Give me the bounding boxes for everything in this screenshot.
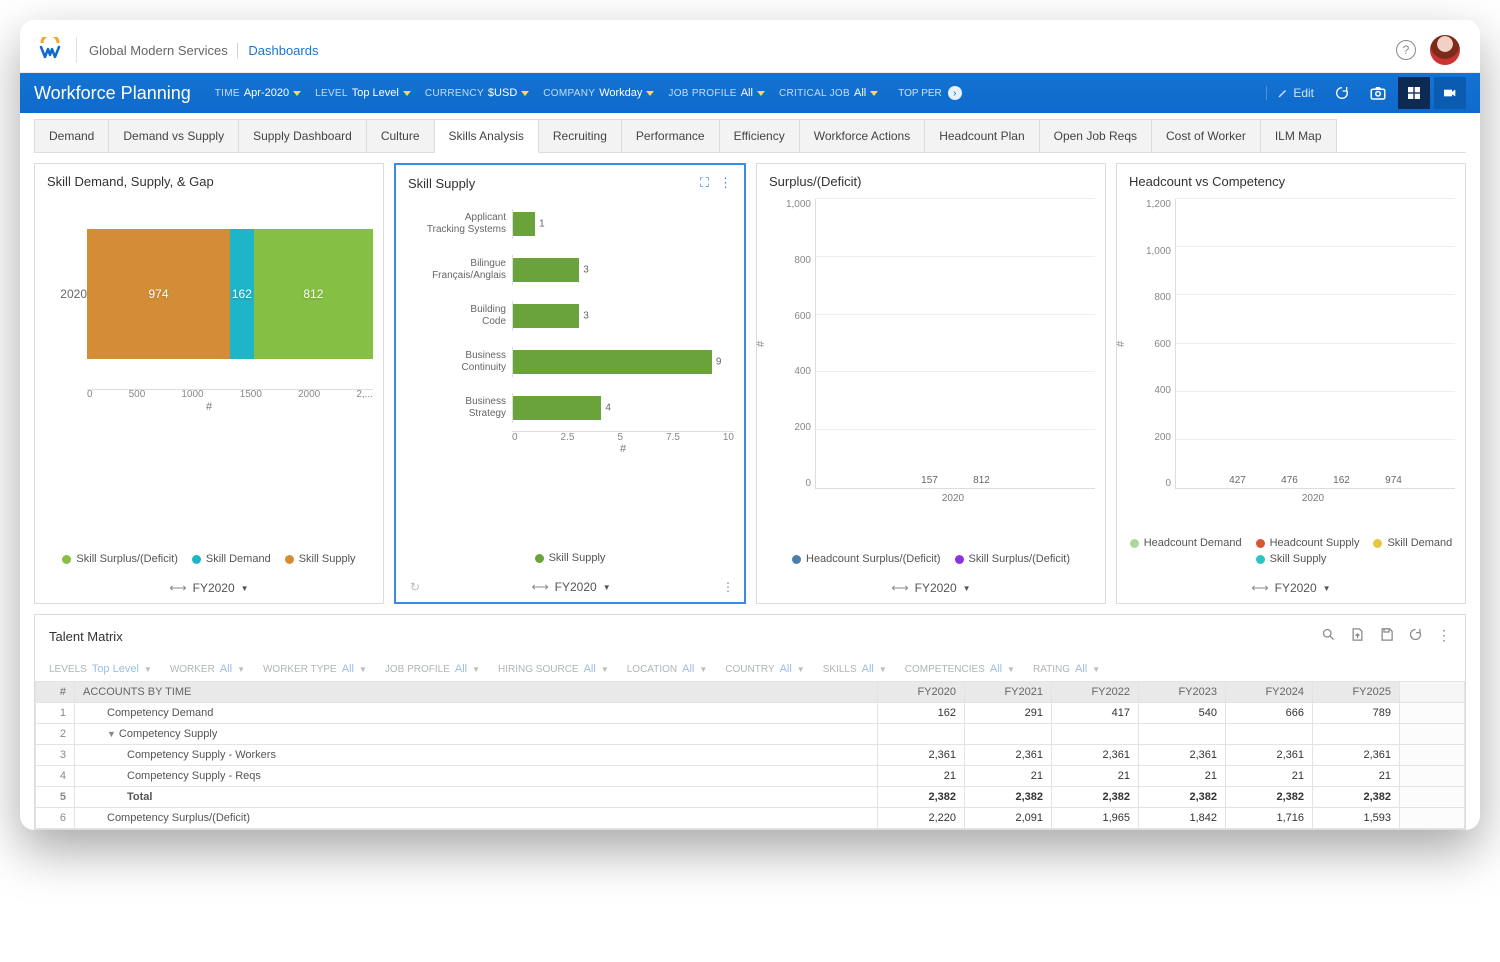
matrix-filter-skills[interactable]: SKILLSAll▼: [823, 663, 887, 675]
card-headcount-comp: Headcount vs Competency #1,2001,00080060…: [1116, 163, 1466, 604]
video-icon[interactable]: [1434, 77, 1466, 109]
search-icon[interactable]: [1321, 627, 1336, 645]
tab-culture[interactable]: Culture: [366, 119, 435, 152]
filter-company[interactable]: COMPANYWorkday: [543, 87, 654, 99]
matrix-title: Talent Matrix: [49, 629, 123, 644]
matrix-filter-country[interactable]: COUNTRYAll▼: [725, 663, 804, 675]
filter-job-profile[interactable]: JOB PROFILEAll: [668, 87, 765, 99]
workday-logo-icon: [38, 37, 77, 63]
expand-icon[interactable]: ⛶: [700, 175, 709, 191]
org-label: Global Modern Services: [89, 43, 228, 58]
table-row: 2▼Competency Supply: [36, 724, 1465, 745]
matrix-filter-worker-type[interactable]: WORKER TYPEAll▼: [263, 663, 367, 675]
history-icon[interactable]: ↻: [410, 580, 420, 594]
card-title: Skill Demand, Supply, & Gap: [47, 174, 214, 189]
card-skill-supply: Skill Supply ⛶⋮ ApplicantTracking System…: [394, 163, 746, 604]
talent-matrix-panel: Talent Matrix ⋮ LEVELSTop Level▼ WORKERAl…: [34, 614, 1466, 830]
tab-headcount-plan[interactable]: Headcount Plan: [924, 119, 1039, 152]
fy-selector[interactable]: FY2020: [555, 580, 597, 594]
tab-ilm-map[interactable]: ILM Map: [1260, 119, 1337, 152]
table-row: 3Competency Supply - Workers2,3612,3612,…: [36, 745, 1465, 766]
matrix-filter-job-profile[interactable]: JOB PROFILEAll▼: [385, 663, 480, 675]
filter-bar: Workforce Planning TIMEApr-2020 LEVELTop …: [20, 73, 1480, 113]
matrix-filter-location[interactable]: LOCATIONAll▼: [627, 663, 708, 675]
pencil-icon: [1277, 87, 1289, 99]
table-row: 6Competency Surplus/(Deficit)2,2202,0911…: [36, 808, 1465, 829]
table-row: 4Competency Supply - Reqs212121212121: [36, 766, 1465, 787]
fy-selector[interactable]: FY2020: [915, 581, 957, 595]
chart-cards: Skill Demand, Supply, & Gap 202097416281…: [20, 153, 1480, 614]
edit-button[interactable]: Edit: [1266, 86, 1314, 100]
card-surplus-deficit: Surplus/(Deficit) #1,0008006004002000157…: [756, 163, 1106, 604]
tab-efficiency[interactable]: Efficiency: [719, 119, 800, 152]
tab-open-job-reqs[interactable]: Open Job Reqs: [1039, 119, 1152, 152]
matrix-filter-worker[interactable]: WORKERAll▼: [170, 663, 245, 675]
help-icon[interactable]: ?: [1396, 40, 1416, 60]
card-title: Headcount vs Competency: [1129, 174, 1285, 189]
card-menu-icon[interactable]: ⋮: [719, 175, 732, 191]
matrix-filter-levels[interactable]: LEVELSTop Level▼: [49, 663, 152, 675]
matrix-filter-hiring-source[interactable]: HIRING SOURCEAll▼: [498, 663, 609, 675]
refresh-icon[interactable]: [1408, 627, 1423, 645]
fy-selector[interactable]: FY2020: [1275, 581, 1317, 595]
tab-recruiting[interactable]: Recruiting: [538, 119, 622, 152]
fy-selector[interactable]: FY2020: [193, 581, 235, 595]
refresh-icon[interactable]: [1326, 77, 1358, 109]
tab-skills-analysis[interactable]: Skills Analysis: [434, 119, 539, 153]
tab-workforce-actions[interactable]: Workforce Actions: [799, 119, 925, 152]
filter-currency[interactable]: CURRENCY$USD: [425, 87, 529, 99]
filter-level[interactable]: LEVELTop Level: [315, 87, 411, 99]
user-avatar[interactable]: [1430, 35, 1460, 65]
table-row: 1Competency Demand162291417540666789: [36, 703, 1465, 724]
talent-matrix-table: #ACCOUNTS BY TIMEFY2020FY2021FY2022FY202…: [35, 681, 1465, 829]
tab-performance[interactable]: Performance: [621, 119, 720, 152]
matrix-filter-rating[interactable]: RATINGAll▼: [1033, 663, 1100, 675]
app-window: Global Modern Services Dashboards ? Work…: [20, 20, 1480, 830]
filter-critical-job[interactable]: CRITICAL JOBAll: [779, 87, 878, 99]
breadcrumb: Global Modern Services Dashboards: [89, 43, 318, 58]
top-bar: Global Modern Services Dashboards ?: [20, 20, 1480, 73]
tabs: DemandDemand vs SupplySupply DashboardCu…: [34, 119, 1466, 153]
filter-pager: TOP PER ›: [898, 86, 962, 100]
matrix-filter-competencies[interactable]: COMPETENCIESAll▼: [905, 663, 1015, 675]
card-more-icon[interactable]: ⋮: [722, 580, 734, 594]
export-icon[interactable]: [1350, 627, 1365, 645]
grid-view-icon[interactable]: [1398, 77, 1430, 109]
tab-demand-vs-supply[interactable]: Demand vs Supply: [108, 119, 239, 152]
filter-time[interactable]: TIMEApr-2020: [215, 87, 301, 99]
tab-supply-dashboard[interactable]: Supply Dashboard: [238, 119, 367, 152]
pager-next-icon[interactable]: ›: [948, 86, 962, 100]
more-icon[interactable]: ⋮: [1437, 627, 1451, 645]
page-title: Workforce Planning: [34, 83, 191, 104]
breadcrumb-link[interactable]: Dashboards: [237, 43, 318, 58]
save-icon[interactable]: [1379, 627, 1394, 645]
table-row: 5Total2,3822,3822,3822,3822,3822,382: [36, 787, 1465, 808]
card-title: Surplus/(Deficit): [769, 174, 861, 189]
card-skill-gap: Skill Demand, Supply, & Gap 202097416281…: [34, 163, 384, 604]
tab-cost-of-worker[interactable]: Cost of Worker: [1151, 119, 1261, 152]
more-filters-label: TOP PER: [898, 88, 942, 99]
tab-demand[interactable]: Demand: [34, 119, 109, 152]
card-title: Skill Supply: [408, 176, 475, 191]
camera-icon[interactable]: [1362, 77, 1394, 109]
